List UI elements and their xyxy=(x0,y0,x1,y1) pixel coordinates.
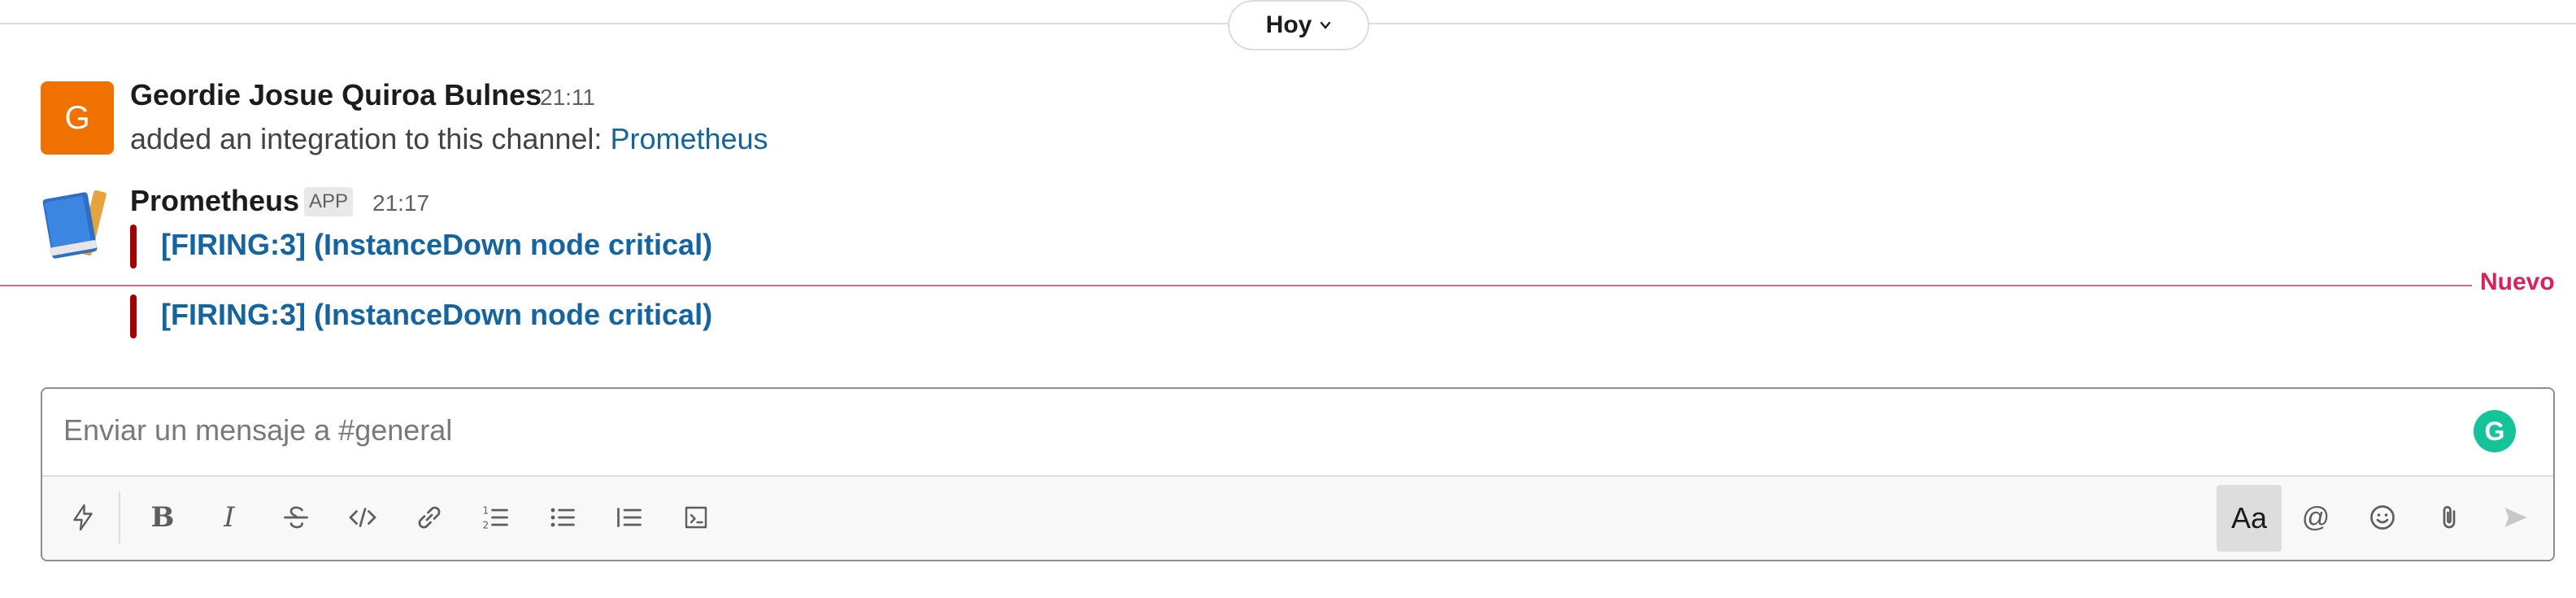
integration-link[interactable]: Prometheus xyxy=(610,122,768,155)
message-input-placeholder: Enviar un mensaje a #general xyxy=(63,413,453,447)
bulleted-list-icon[interactable] xyxy=(540,495,585,540)
strikethrough-icon[interactable] xyxy=(273,495,319,540)
new-messages-label: Nuevo xyxy=(2480,268,2555,295)
italic-icon[interactable]: I xyxy=(207,495,252,540)
avatar[interactable]: G xyxy=(41,81,114,155)
day-divider-label: Hoy xyxy=(1265,11,1312,38)
code-icon[interactable] xyxy=(340,495,385,540)
new-messages-line xyxy=(0,285,2472,286)
svg-text:2: 2 xyxy=(483,520,490,531)
blockquote-icon[interactable] xyxy=(607,495,652,540)
attachment-color-bar xyxy=(130,295,137,338)
alert-title-link[interactable]: [FIRING:3] (InstanceDown node critical) xyxy=(161,228,712,262)
grammarly-icon[interactable]: G xyxy=(2474,410,2516,452)
message-input[interactable]: Enviar un mensaje a #general G xyxy=(42,389,2553,475)
message-timestamp[interactable]: 21:17 xyxy=(372,190,429,216)
message-composer: Enviar un mensaje a #general G B I 12 Aa… xyxy=(41,387,2555,561)
composer-toolbar: B I 12 Aa @ xyxy=(42,475,2553,560)
bold-icon[interactable]: B xyxy=(140,495,185,540)
ordered-list-icon[interactable]: 12 xyxy=(473,495,519,540)
alert-title-link[interactable]: [FIRING:3] (InstanceDown node critical) xyxy=(161,298,712,332)
chevron-down-icon xyxy=(1321,21,1331,29)
toolbar-divider xyxy=(119,491,120,543)
message-text-body: added an integration to this channel: xyxy=(130,122,611,155)
message-timestamp[interactable]: 21:11 xyxy=(540,85,595,111)
message-author[interactable]: Geordie Josue Quiroa Bulnes xyxy=(130,78,542,112)
book-icon[interactable] xyxy=(41,186,114,263)
shortcuts-icon[interactable] xyxy=(60,495,106,540)
code-block-icon[interactable] xyxy=(673,495,719,540)
attachment-color-bar xyxy=(130,225,137,268)
app-badge: APP xyxy=(304,187,354,216)
svg-text:1: 1 xyxy=(483,505,490,517)
formatting-toggle-button[interactable]: Aa xyxy=(2217,485,2282,552)
day-divider-button[interactable]: Hoy xyxy=(1228,0,1369,50)
mention-icon[interactable]: @ xyxy=(2293,495,2339,540)
emoji-icon[interactable] xyxy=(2360,495,2405,540)
message-author[interactable]: Prometheus xyxy=(130,184,299,218)
avatar-letter: G xyxy=(64,99,90,136)
link-icon[interactable] xyxy=(407,495,452,540)
attach-icon[interactable] xyxy=(2426,495,2472,540)
message-text: added an integration to this channel: Pr… xyxy=(130,122,768,156)
send-icon[interactable] xyxy=(2493,495,2539,540)
